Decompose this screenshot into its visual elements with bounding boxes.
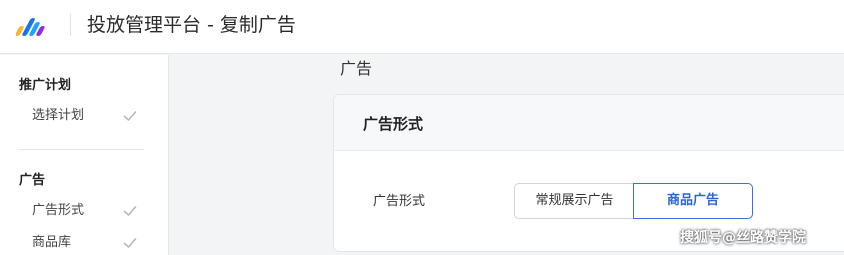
watermark-text: 搜狐号@丝路赞学院 (680, 230, 806, 246)
sidebar-item-ad-format[interactable]: 广告形式 (32, 201, 142, 221)
option-product-ad[interactable]: 商品广告 (633, 183, 753, 219)
option-standard-display-ad[interactable]: 常规展示广告 (514, 183, 634, 219)
page-title: 投放管理平台 - 复制广告 (87, 14, 296, 36)
sidebar-group-title-ad: 广告 (19, 173, 46, 188)
sidebar-item-product-library[interactable]: 商品库 (32, 233, 142, 253)
check-icon (123, 238, 137, 248)
check-icon (123, 111, 137, 121)
sidebar-item-label: 选择计划 (32, 108, 85, 123)
check-icon (123, 206, 137, 216)
sidebar-item-label: 商品库 (32, 235, 72, 250)
card-title: 广告形式 (363, 115, 424, 133)
ad-format-field-label: 广告形式 (373, 194, 426, 209)
card-header: 广告形式 (334, 95, 844, 151)
sidebar: 推广计划 选择计划 广告 广告形式 商品库 (0, 55, 169, 255)
section-title: 广告 (340, 59, 373, 78)
sidebar-group-title-plan: 推广计划 (19, 78, 72, 93)
sidebar-item-select-plan[interactable]: 选择计划 (32, 106, 142, 126)
app-logo-icon (16, 18, 45, 36)
top-header: 投放管理平台 - 复制广告 (0, 0, 844, 54)
sidebar-item-label: 广告形式 (32, 203, 85, 218)
header-divider (70, 14, 71, 36)
sidebar-divider (19, 149, 144, 150)
